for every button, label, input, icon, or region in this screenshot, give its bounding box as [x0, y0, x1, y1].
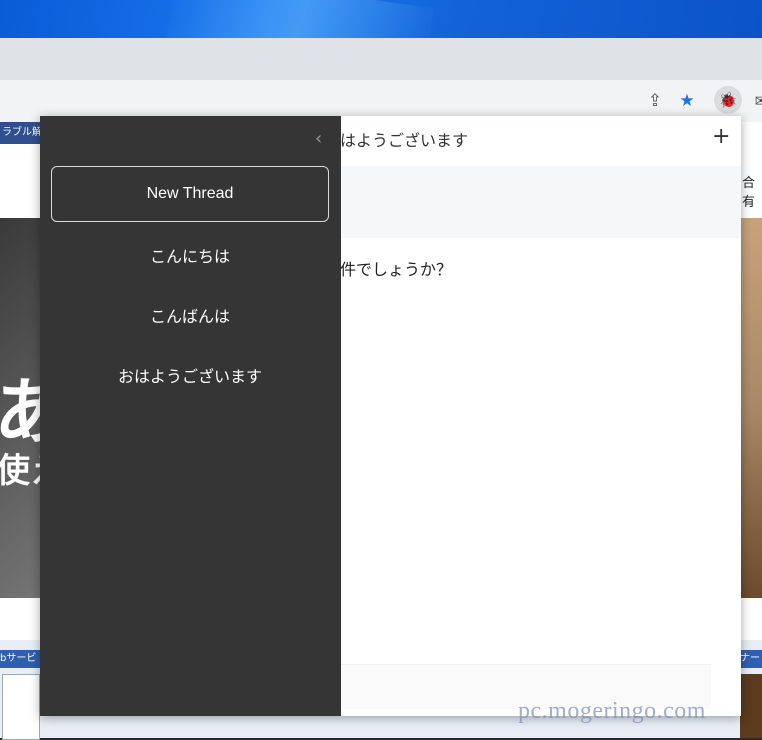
- site-bottom-label-left: bサービ: [0, 650, 44, 668]
- thread-item-konnichiwa[interactable]: こんにちは: [51, 235, 329, 275]
- desktop-wallpaper: [0, 0, 762, 38]
- site-dark-photo: [740, 674, 762, 738]
- user-message: [340, 166, 741, 238]
- watermark: pc.mogeringo.com: [518, 698, 706, 724]
- site-right-photo: [740, 218, 762, 598]
- browser-tab-strip: [0, 38, 762, 80]
- chat-extension-popup: はようございます + 件でしょうか？ ‹ New Thread こんにちは こん…: [40, 116, 741, 716]
- site-thumbnail: [2, 674, 40, 740]
- thread-item-ohayou[interactable]: おはようございます: [51, 355, 329, 395]
- chat-title: はようございます: [340, 133, 469, 150]
- star-icon[interactable]: ★: [676, 90, 698, 112]
- chat-header: はようございます: [340, 116, 741, 160]
- plus-icon[interactable]: +: [712, 126, 730, 148]
- chevron-left-icon[interactable]: ‹: [315, 128, 322, 149]
- site-bottom-label-right: ナー: [740, 650, 762, 668]
- thread-item-konbanwa[interactable]: こんばんは: [51, 295, 329, 335]
- site-right-label: 合有: [742, 176, 756, 210]
- extension-icon[interactable]: 🐞: [714, 86, 742, 114]
- thread-sidebar: ‹ New Thread こんにちは こんばんは おはようございます: [40, 116, 341, 716]
- share-icon[interactable]: ⇪: [644, 90, 666, 112]
- mail-icon[interactable]: ✉: [750, 90, 762, 112]
- assistant-message: 件でしょうか？: [340, 262, 453, 279]
- new-thread-button[interactable]: New Thread: [51, 166, 329, 222]
